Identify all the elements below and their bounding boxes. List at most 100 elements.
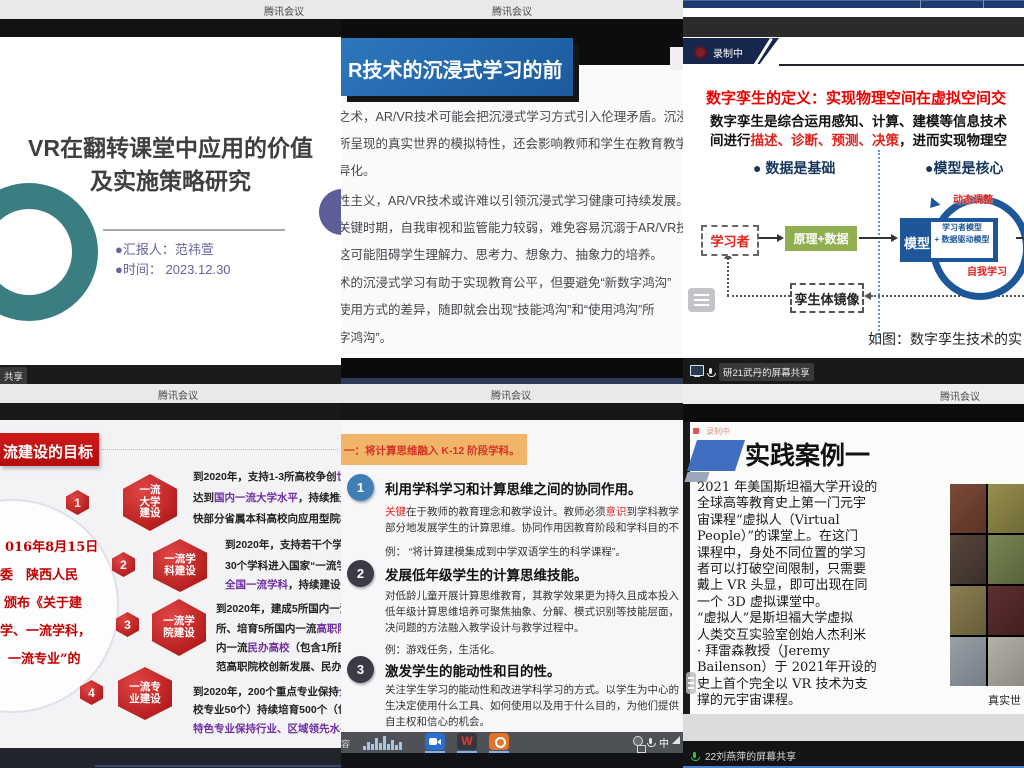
- inner-model-1: 学习者模型: [942, 223, 982, 232]
- slide-title: R技术的沉浸式学习的前: [348, 54, 562, 83]
- menu-handle-button[interactable]: [686, 672, 696, 694]
- meeting-app-taskbar-icon[interactable]: [425, 733, 445, 750]
- presenter-line: ●汇报人：范祎萱: [115, 239, 214, 258]
- tray-mic-icon[interactable]: [647, 738, 654, 748]
- menu-icon: [694, 304, 709, 306]
- slide-title-box: R技术的沉浸式学习的前: [341, 38, 573, 96]
- goal-line: 所、培育5所国内一流高职院: [216, 621, 341, 636]
- arrow-line: [1016, 237, 1024, 239]
- shared-slide: VR在翻转课堂中应用的价值 及实施策略研究 ●汇报人：范祎萱 ●时间： 2023…: [0, 37, 341, 365]
- inner-model-2: 数据驱动模型: [941, 235, 989, 244]
- body-line: 术的沉浸式学习有助于实现教育公平，但要避免“新数字鸿沟”: [341, 272, 671, 291]
- header-underline: [779, 64, 1024, 66]
- text-segment: ，进而实现物理空: [899, 133, 1007, 148]
- navy-strip-mark: [983, 0, 984, 8]
- taskbar-left-label: 容: [341, 737, 350, 750]
- webcam-tile: [950, 637, 986, 686]
- t: 到2020年，支持1-3所高校争创: [193, 471, 337, 483]
- side-line: 一流专业”的: [8, 648, 80, 667]
- item-body: 关键在于教师的教育理念和教学设计。教师必须意识到学科教学: [385, 504, 679, 519]
- item-number-1: 1: [347, 474, 374, 501]
- goal-line: 校专业50个）持续培育500个（包: [193, 702, 341, 717]
- header-corner-block: [670, 47, 683, 70]
- principle-data-node: 原理+数据: [785, 226, 857, 251]
- bullet-model: ●模型是核心: [925, 158, 1003, 178]
- side-line: 学、一流学科，: [0, 620, 91, 639]
- meeting-window-top-right: 录制中 数字孪生的定义：实现物理空间在虚拟空间交 数字孪生是综合运用感知、计算、…: [683, 0, 1024, 384]
- mic-icon: [707, 368, 714, 378]
- item-example: 例：游戏任务，生活化。: [385, 642, 501, 657]
- learner-node: 学习者: [701, 225, 759, 256]
- arrow-line: [859, 237, 891, 239]
- app-title: 腾讯会议: [940, 388, 980, 403]
- meeting-window-bottom-right: 腾讯会议 录制中 实践案例一 2021 年美国斯坦福大学开设的 全球高等教育史上…: [683, 384, 1024, 768]
- body-line: 戴上 VR 头显，即可出现在同: [697, 578, 947, 594]
- item-body: 对低龄儿童开展计算思维教育，其教学效果更为持久且成本投入: [385, 588, 679, 603]
- divider-line: [103, 229, 285, 231]
- mic-icon-active: [691, 752, 698, 762]
- arrow-line: [759, 237, 777, 239]
- share-status-label: 共享: [0, 367, 27, 384]
- meeting-window-top-left: 腾讯会议 VR在翻转课堂中应用的价值 及实施策略研究 ●汇报人：范祎萱 ●时间：…: [0, 0, 341, 384]
- menu-handle-button[interactable]: [688, 288, 715, 312]
- goal-line: 到2020年，支持1-3所高校争创世界: [193, 469, 341, 484]
- body-line: 宙课程“虚拟人（Virtual: [697, 513, 947, 529]
- body-line: Bailenson）于 2021年开设的: [697, 660, 947, 676]
- body-line: 字鸿沟”。: [341, 327, 392, 346]
- webcam-tile: [988, 535, 1024, 584]
- model-label: 模型: [904, 233, 930, 252]
- meeting-window-top-middle: 腾讯会议 R技术的沉浸式学习的前 之术，AR/VR技术可能会把沉浸式学习方式引入…: [341, 0, 683, 384]
- item-body: 决问题的方法融入教学设计与教学过程中。: [385, 620, 585, 635]
- recording-label: 录制中: [713, 45, 743, 60]
- t-em: 全国一流学科: [225, 579, 288, 591]
- waveform-icon[interactable]: [363, 735, 415, 750]
- webcam-tile: [950, 586, 986, 635]
- app-title: 腾讯会议: [264, 3, 304, 18]
- body-line: 全球高等教育史上第一门元宇: [697, 496, 947, 512]
- window-titlebar[interactable]: 腾讯会议: [0, 0, 341, 19]
- dotted-divider: [878, 150, 880, 338]
- body-line: 异化。: [341, 160, 376, 179]
- t: 到学科教学: [627, 506, 680, 518]
- dynamic-adjust-label: 动态调整: [953, 191, 993, 206]
- window-titlebar[interactable]: 腾讯会议: [341, 0, 683, 19]
- popup-window-icon[interactable]: [637, 745, 646, 753]
- share-status-bar: 研21武丹的屏幕共享: [683, 358, 1024, 384]
- body-line: 关键时期，自我审视和监管能力较弱，难免容易沉溺于AR/VR技: [341, 217, 683, 236]
- body-line: “虚拟人”是斯坦福大学虚拟: [697, 611, 947, 627]
- windows-taskbar[interactable]: 容 W 中: [341, 732, 683, 753]
- text-segment-red: 描述、诊断、预测、决策: [751, 133, 900, 148]
- meeting-toolbar-strip: [341, 403, 683, 420]
- webcam-caption: 真实世: [988, 692, 1021, 708]
- window-lower-band: [683, 714, 1024, 742]
- self-learning-label: 自我学习: [967, 263, 1007, 278]
- window-titlebar[interactable]: 腾讯会议: [683, 384, 1024, 404]
- goal-line: 范高职院校创新发展、民办高: [216, 659, 341, 674]
- webcam-tile: [988, 484, 1024, 533]
- goal-line: 内一流民办高校（包含1所民: [216, 640, 341, 655]
- dotted-return-vertical: [727, 258, 729, 296]
- banner-box: 一：将计算思维融入 K-12 阶段学科。: [341, 434, 527, 465]
- orange-app-taskbar-icon[interactable]: [489, 733, 509, 750]
- body-line: 课程中，身处不同位置的学习: [697, 546, 947, 562]
- meeting-toolbar-strip: [683, 404, 1024, 422]
- window-titlebar[interactable]: 腾讯会议: [341, 384, 683, 403]
- figure-caption: 如图：数字孪生技术的实: [868, 329, 1022, 349]
- arrowhead-icon: [891, 234, 898, 242]
- teal-donut-decoration: [0, 183, 98, 321]
- share-status-bar: 22刘燕萍的屏幕共享: [683, 741, 1024, 768]
- recording-label: 录制中: [706, 426, 730, 437]
- body-line: 者可以打破空间限制，只需要: [697, 562, 947, 578]
- shared-slide: 录制中 实践案例一 2021 年美国斯坦福大学开设的 全球高等教育史上第一门元宇…: [690, 422, 1024, 714]
- network-icon[interactable]: [672, 736, 680, 744]
- body-line: 使用方式的差异，随即就会出现“技能鸿沟”和“使用鸿沟”所: [341, 299, 655, 318]
- item-body: 部分地发展学生的计算思维。协同作用因教育阶段和学科目的不: [385, 520, 679, 535]
- t: 所、培育5所国内一流: [216, 623, 316, 635]
- ime-indicator[interactable]: 中: [659, 735, 669, 750]
- model-node: 模型 学习者模型+ 数据驱动模型: [900, 218, 998, 262]
- wps-taskbar-icon[interactable]: W: [457, 733, 477, 750]
- title-parallelogram: [687, 440, 745, 471]
- bottom-dark-strip: [0, 748, 341, 768]
- slide-subtitle: 数字孪生是综合运用感知、计算、建模等信息技术: [710, 110, 1007, 130]
- webcam-tile: [950, 484, 986, 533]
